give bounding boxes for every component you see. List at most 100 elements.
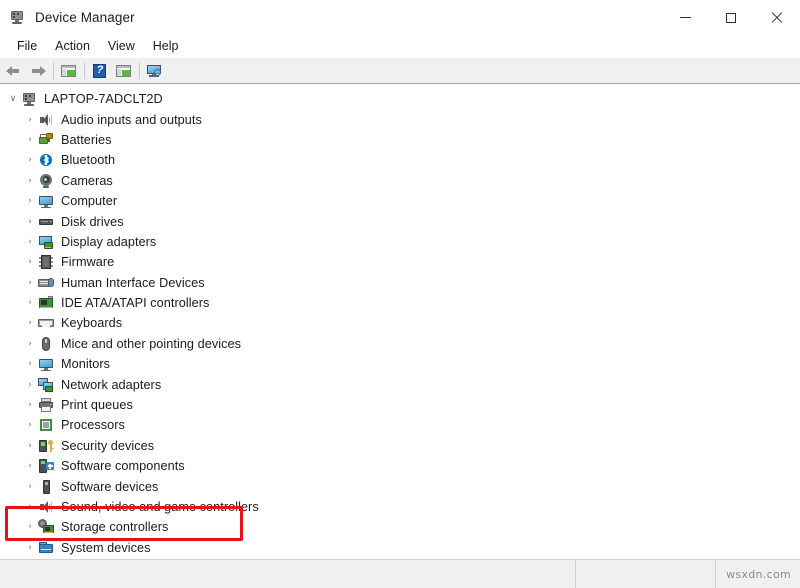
- tree-item-sound-video-and-game-controllers[interactable]: › Sound, video and game controllers: [0, 497, 800, 517]
- chevron-right-icon[interactable]: ›: [22, 155, 38, 165]
- menu-file[interactable]: File: [8, 37, 46, 56]
- chevron-right-icon[interactable]: ›: [22, 380, 38, 390]
- chevron-right-icon[interactable]: ›: [22, 400, 38, 410]
- window-title: Device Manager: [35, 10, 135, 25]
- properties-button[interactable]: [112, 59, 136, 82]
- tree-item-label: Computer: [61, 194, 118, 209]
- chevron-right-icon[interactable]: ›: [22, 196, 38, 206]
- tree-item-processors[interactable]: › Processors: [0, 415, 800, 435]
- menu-bar: File Action View Help: [0, 35, 800, 58]
- keyboard-icon: [38, 315, 54, 331]
- tree-item-label: Bluetooth: [61, 153, 116, 168]
- tree-item-disk-drives[interactable]: › Disk drives: [0, 211, 800, 231]
- tree-item-system-devices[interactable]: › System devices: [0, 538, 800, 558]
- tree-item-ide-ata-atapi-controllers[interactable]: › IDE ATA/ATAPI controllers: [0, 293, 800, 313]
- security-device-icon: [38, 438, 54, 454]
- scan-hardware-icon: [146, 63, 164, 79]
- device-tree-panel[interactable]: ∨ LAPTOP-7ADCLT2D › Audio inputs and outp…: [0, 84, 800, 559]
- tree-item-network-adapters[interactable]: › Network adapters: [0, 374, 800, 394]
- tree-item-mice-and-other-pointing-devices[interactable]: › Mice and other pointing devices: [0, 334, 800, 354]
- tree-item-software-components[interactable]: › Software components: [0, 456, 800, 476]
- bluetooth-icon: [38, 152, 54, 168]
- tree-item-label: Network adapters: [61, 377, 162, 392]
- tree-item-monitors[interactable]: › Monitors: [0, 354, 800, 374]
- tree-item-label: Software devices: [61, 479, 159, 494]
- close-button[interactable]: [754, 0, 800, 35]
- tree-item-security-devices[interactable]: › Security devices: [0, 436, 800, 456]
- tree-item-bluetooth[interactable]: › Bluetooth: [0, 150, 800, 170]
- console-tree-icon: [60, 63, 78, 79]
- chevron-right-icon[interactable]: ›: [22, 502, 38, 512]
- tree-item-label: Audio inputs and outputs: [61, 112, 202, 127]
- menu-action[interactable]: Action: [46, 37, 99, 56]
- mouse-icon: [38, 336, 54, 352]
- status-pane-secondary: [575, 560, 715, 588]
- properties-icon: [115, 63, 133, 79]
- status-pane-main: [0, 560, 575, 588]
- tree-root-label: LAPTOP-7ADCLT2D: [44, 92, 163, 107]
- status-pane-watermark: wsxdn.com: [715, 560, 800, 588]
- firmware-chip-icon: [38, 254, 54, 270]
- chevron-right-icon[interactable]: ›: [22, 298, 38, 308]
- tree-item-cameras[interactable]: › Cameras: [0, 171, 800, 191]
- tree-item-label: Processors: [61, 418, 125, 433]
- tree-item-label: Keyboards: [61, 316, 123, 331]
- tree-item-label: Monitors: [61, 357, 111, 372]
- menu-view[interactable]: View: [99, 37, 144, 56]
- chevron-right-icon[interactable]: ›: [22, 359, 38, 369]
- tree-item-label: System devices: [61, 540, 151, 555]
- chevron-down-icon[interactable]: ∨: [5, 94, 21, 104]
- chevron-right-icon[interactable]: ›: [22, 217, 38, 227]
- forward-arrow-icon: [29, 63, 47, 79]
- scan-for-hardware-changes-button[interactable]: [143, 59, 167, 82]
- chevron-right-icon[interactable]: ›: [22, 441, 38, 451]
- status-bar: wsxdn.com: [0, 559, 800, 588]
- back-arrow-icon: [5, 63, 23, 79]
- chevron-right-icon[interactable]: ›: [22, 278, 38, 288]
- tree-item-label: Display adapters: [61, 234, 157, 249]
- chevron-right-icon[interactable]: ›: [22, 420, 38, 430]
- device-manager-window: Device Manager File Action View Help ? ∨…: [0, 0, 800, 588]
- chevron-right-icon[interactable]: ›: [22, 176, 38, 186]
- chevron-right-icon[interactable]: ›: [22, 237, 38, 247]
- chevron-right-icon[interactable]: ›: [22, 339, 38, 349]
- speaker-icon: [38, 499, 54, 515]
- chevron-right-icon[interactable]: ›: [22, 482, 38, 492]
- chevron-right-icon[interactable]: ›: [22, 115, 38, 125]
- tree-item-audio-inputs-and-outputs[interactable]: › Audio inputs and outputs: [0, 109, 800, 129]
- chevron-right-icon[interactable]: ›: [22, 135, 38, 145]
- chevron-right-icon[interactable]: ›: [22, 318, 38, 328]
- tree-item-computer[interactable]: › Computer: [0, 191, 800, 211]
- tree-root-row[interactable]: ∨ LAPTOP-7ADCLT2D: [0, 89, 800, 109]
- show-hide-console-tree-button[interactable]: [57, 59, 81, 82]
- tree-item-label: Print queues: [61, 398, 133, 413]
- tree-item-keyboards[interactable]: › Keyboards: [0, 313, 800, 333]
- chevron-right-icon[interactable]: ›: [22, 522, 38, 532]
- camera-icon: [38, 173, 54, 189]
- tree-item-storage-controllers[interactable]: › Storage controllers: [0, 517, 800, 537]
- tree-item-print-queues[interactable]: › Print queues: [0, 395, 800, 415]
- speaker-icon: [38, 112, 54, 128]
- tree-item-batteries[interactable]: › Batteries: [0, 130, 800, 150]
- tree-item-label: Mice and other pointing devices: [61, 336, 241, 351]
- tree-item-human-interface-devices[interactable]: › Human Interface Devices: [0, 273, 800, 293]
- menu-help[interactable]: Help: [144, 37, 188, 56]
- network-adapter-icon: [38, 377, 54, 393]
- help-button[interactable]: ?: [88, 59, 112, 82]
- monitor-icon: [38, 356, 54, 372]
- tree-item-software-devices[interactable]: › Software devices: [0, 476, 800, 496]
- tree-item-firmware[interactable]: › Firmware: [0, 252, 800, 272]
- chevron-right-icon[interactable]: ›: [22, 257, 38, 267]
- tree-item-display-adapters[interactable]: › Display adapters: [0, 232, 800, 252]
- forward-button[interactable]: [26, 59, 50, 82]
- toolbar-separator: [53, 62, 54, 79]
- chevron-right-icon[interactable]: ›: [22, 461, 38, 471]
- back-button[interactable]: [2, 59, 26, 82]
- minimize-button[interactable]: [662, 0, 708, 35]
- printer-icon: [38, 397, 54, 413]
- watermark-text: wsxdn.com: [726, 567, 791, 581]
- chevron-right-icon[interactable]: ›: [22, 543, 38, 553]
- minimize-icon: [679, 17, 691, 18]
- maximize-button[interactable]: [708, 0, 754, 35]
- help-question-icon: ?: [91, 63, 109, 79]
